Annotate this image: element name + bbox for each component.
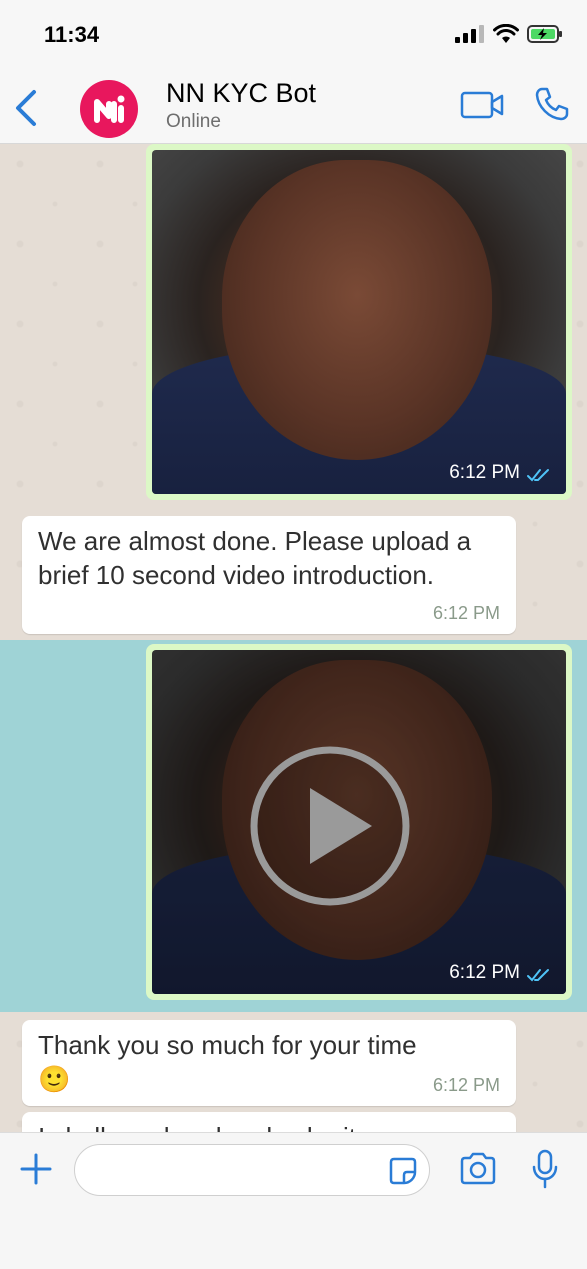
- message-text: Thank you so much for your time 🙂: [38, 1030, 417, 1094]
- status-time: 11:34: [44, 22, 100, 47]
- camera-icon[interactable]: [458, 1151, 498, 1187]
- signal-icon: [455, 25, 484, 43]
- chat-area[interactable]: 6:12 PM We are almost done. Please uploa…: [0, 144, 587, 1132]
- wifi-icon: [493, 24, 519, 43]
- message-input-bar: [0, 1132, 587, 1269]
- message-text: We are almost done. Please upload a brie…: [38, 526, 472, 590]
- incoming-message-bubble[interactable]: I shall go ahead and submit your: [22, 1112, 516, 1132]
- microphone-icon[interactable]: [530, 1149, 560, 1189]
- status-bar: 11:34: [0, 0, 587, 72]
- incoming-message-bubble[interactable]: We are almost done. Please upload a brie…: [22, 516, 516, 634]
- photo-subject-face: [222, 160, 492, 460]
- message-input[interactable]: [74, 1144, 430, 1196]
- video-call-icon[interactable]: [460, 90, 504, 120]
- plus-icon[interactable]: [18, 1151, 54, 1187]
- bot-logo: [94, 95, 125, 123]
- photo-thumbnail[interactable]: 6:12 PM: [152, 150, 566, 494]
- read-receipt-icon: [527, 969, 549, 982]
- avatar[interactable]: [80, 80, 138, 138]
- message-time: 6:12 PM: [432, 1075, 500, 1095]
- phone-icon[interactable]: [534, 86, 570, 122]
- video-message-bubble[interactable]: 6:12 PM: [146, 644, 572, 1000]
- play-icon[interactable]: [248, 744, 412, 908]
- status-icons: [455, 24, 563, 44]
- read-receipt-icon: [527, 469, 549, 482]
- message-time: 6:12 PM: [449, 462, 520, 483]
- contact-name[interactable]: NN KYC Bot: [166, 78, 316, 109]
- image-message-bubble[interactable]: 6:12 PM: [146, 144, 572, 500]
- video-thumbnail[interactable]: 6:12 PM: [152, 650, 566, 994]
- contact-status: Online: [166, 111, 221, 132]
- battery-charging-icon: [527, 25, 562, 43]
- message-text: I shall go ahead and submit your: [38, 1120, 500, 1132]
- message-time: 6:12 PM: [432, 603, 500, 623]
- message-time: 6:12 PM: [449, 962, 520, 983]
- incoming-message-bubble[interactable]: Thank you so much for your time 🙂 6:12 P…: [22, 1020, 516, 1106]
- sticker-icon[interactable]: [388, 1156, 418, 1186]
- back-chevron-icon[interactable]: [10, 86, 44, 130]
- chat-header: NN KYC Bot Online: [0, 72, 587, 144]
